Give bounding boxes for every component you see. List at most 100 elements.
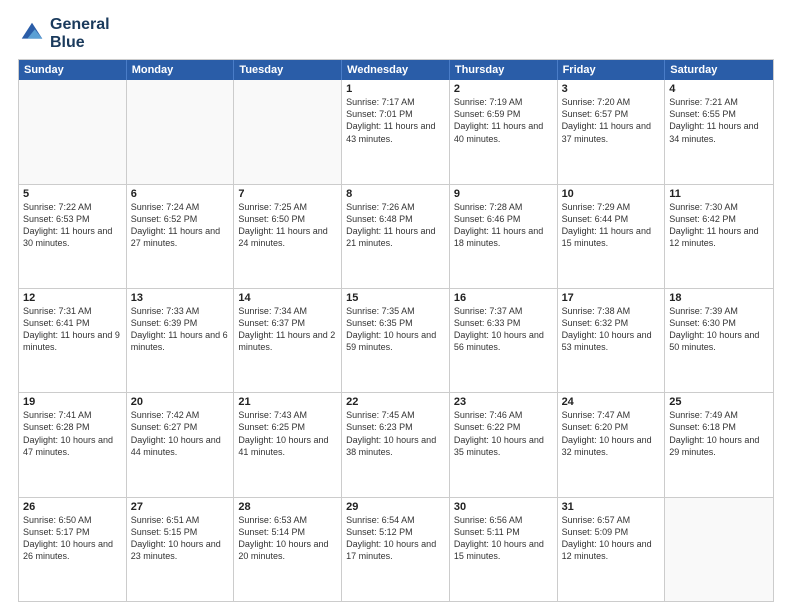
day-info: Sunrise: 7:47 AM Sunset: 6:20 PM Dayligh… — [562, 409, 661, 458]
day-header-thursday: Thursday — [450, 60, 558, 80]
empty-cell — [665, 498, 773, 601]
day-cell-5: 5Sunrise: 7:22 AM Sunset: 6:53 PM Daylig… — [19, 185, 127, 288]
day-header-friday: Friday — [558, 60, 666, 80]
day-number: 31 — [562, 501, 661, 513]
logo-text: General Blue — [50, 16, 110, 51]
day-info: Sunrise: 7:19 AM Sunset: 6:59 PM Dayligh… — [454, 96, 553, 145]
day-info: Sunrise: 7:25 AM Sunset: 6:50 PM Dayligh… — [238, 201, 337, 250]
day-header-sunday: Sunday — [19, 60, 127, 80]
day-number: 10 — [562, 188, 661, 200]
day-cell-24: 24Sunrise: 7:47 AM Sunset: 6:20 PM Dayli… — [558, 393, 666, 496]
day-header-tuesday: Tuesday — [234, 60, 342, 80]
day-cell-21: 21Sunrise: 7:43 AM Sunset: 6:25 PM Dayli… — [234, 393, 342, 496]
day-cell-29: 29Sunrise: 6:54 AM Sunset: 5:12 PM Dayli… — [342, 498, 450, 601]
day-cell-3: 3Sunrise: 7:20 AM Sunset: 6:57 PM Daylig… — [558, 80, 666, 183]
header: General Blue — [18, 16, 774, 51]
day-cell-13: 13Sunrise: 7:33 AM Sunset: 6:39 PM Dayli… — [127, 289, 235, 392]
day-number: 4 — [669, 83, 769, 95]
day-number: 13 — [131, 292, 230, 304]
day-info: Sunrise: 6:53 AM Sunset: 5:14 PM Dayligh… — [238, 514, 337, 563]
day-cell-27: 27Sunrise: 6:51 AM Sunset: 5:15 PM Dayli… — [127, 498, 235, 601]
day-number: 17 — [562, 292, 661, 304]
day-cell-30: 30Sunrise: 6:56 AM Sunset: 5:11 PM Dayli… — [450, 498, 558, 601]
day-number: 15 — [346, 292, 445, 304]
day-cell-17: 17Sunrise: 7:38 AM Sunset: 6:32 PM Dayli… — [558, 289, 666, 392]
day-cell-12: 12Sunrise: 7:31 AM Sunset: 6:41 PM Dayli… — [19, 289, 127, 392]
day-info: Sunrise: 7:41 AM Sunset: 6:28 PM Dayligh… — [23, 409, 122, 458]
day-number: 3 — [562, 83, 661, 95]
day-number: 5 — [23, 188, 122, 200]
day-info: Sunrise: 7:26 AM Sunset: 6:48 PM Dayligh… — [346, 201, 445, 250]
day-cell-31: 31Sunrise: 6:57 AM Sunset: 5:09 PM Dayli… — [558, 498, 666, 601]
day-info: Sunrise: 7:46 AM Sunset: 6:22 PM Dayligh… — [454, 409, 553, 458]
day-info: Sunrise: 7:21 AM Sunset: 6:55 PM Dayligh… — [669, 96, 769, 145]
day-number: 30 — [454, 501, 553, 513]
day-info: Sunrise: 7:37 AM Sunset: 6:33 PM Dayligh… — [454, 305, 553, 354]
day-info: Sunrise: 7:35 AM Sunset: 6:35 PM Dayligh… — [346, 305, 445, 354]
day-cell-15: 15Sunrise: 7:35 AM Sunset: 6:35 PM Dayli… — [342, 289, 450, 392]
day-info: Sunrise: 7:33 AM Sunset: 6:39 PM Dayligh… — [131, 305, 230, 354]
calendar-row-2: 5Sunrise: 7:22 AM Sunset: 6:53 PM Daylig… — [19, 184, 773, 288]
logo-icon — [18, 20, 46, 48]
day-info: Sunrise: 7:30 AM Sunset: 6:42 PM Dayligh… — [669, 201, 769, 250]
calendar-header: SundayMondayTuesdayWednesdayThursdayFrid… — [19, 60, 773, 80]
logo: General Blue — [18, 16, 110, 51]
day-info: Sunrise: 7:22 AM Sunset: 6:53 PM Dayligh… — [23, 201, 122, 250]
day-cell-9: 9Sunrise: 7:28 AM Sunset: 6:46 PM Daylig… — [450, 185, 558, 288]
day-cell-11: 11Sunrise: 7:30 AM Sunset: 6:42 PM Dayli… — [665, 185, 773, 288]
day-number: 11 — [669, 188, 769, 200]
day-info: Sunrise: 7:17 AM Sunset: 7:01 PM Dayligh… — [346, 96, 445, 145]
day-info: Sunrise: 7:29 AM Sunset: 6:44 PM Dayligh… — [562, 201, 661, 250]
calendar-row-1: 1Sunrise: 7:17 AM Sunset: 7:01 PM Daylig… — [19, 80, 773, 183]
day-number: 26 — [23, 501, 122, 513]
day-number: 14 — [238, 292, 337, 304]
day-info: Sunrise: 7:28 AM Sunset: 6:46 PM Dayligh… — [454, 201, 553, 250]
day-info: Sunrise: 7:24 AM Sunset: 6:52 PM Dayligh… — [131, 201, 230, 250]
day-number: 28 — [238, 501, 337, 513]
day-number: 1 — [346, 83, 445, 95]
day-info: Sunrise: 7:31 AM Sunset: 6:41 PM Dayligh… — [23, 305, 122, 354]
calendar-row-4: 19Sunrise: 7:41 AM Sunset: 6:28 PM Dayli… — [19, 392, 773, 496]
day-info: Sunrise: 6:50 AM Sunset: 5:17 PM Dayligh… — [23, 514, 122, 563]
day-number: 20 — [131, 396, 230, 408]
day-info: Sunrise: 7:42 AM Sunset: 6:27 PM Dayligh… — [131, 409, 230, 458]
day-cell-8: 8Sunrise: 7:26 AM Sunset: 6:48 PM Daylig… — [342, 185, 450, 288]
day-cell-1: 1Sunrise: 7:17 AM Sunset: 7:01 PM Daylig… — [342, 80, 450, 183]
day-cell-2: 2Sunrise: 7:19 AM Sunset: 6:59 PM Daylig… — [450, 80, 558, 183]
calendar-body: 1Sunrise: 7:17 AM Sunset: 7:01 PM Daylig… — [19, 80, 773, 601]
day-info: Sunrise: 7:34 AM Sunset: 6:37 PM Dayligh… — [238, 305, 337, 354]
calendar: SundayMondayTuesdayWednesdayThursdayFrid… — [18, 59, 774, 602]
day-cell-26: 26Sunrise: 6:50 AM Sunset: 5:17 PM Dayli… — [19, 498, 127, 601]
day-info: Sunrise: 6:56 AM Sunset: 5:11 PM Dayligh… — [454, 514, 553, 563]
day-number: 7 — [238, 188, 337, 200]
day-cell-19: 19Sunrise: 7:41 AM Sunset: 6:28 PM Dayli… — [19, 393, 127, 496]
day-number: 27 — [131, 501, 230, 513]
day-number: 8 — [346, 188, 445, 200]
day-number: 22 — [346, 396, 445, 408]
day-number: 24 — [562, 396, 661, 408]
day-cell-23: 23Sunrise: 7:46 AM Sunset: 6:22 PM Dayli… — [450, 393, 558, 496]
day-number: 9 — [454, 188, 553, 200]
day-number: 25 — [669, 396, 769, 408]
day-number: 21 — [238, 396, 337, 408]
calendar-row-5: 26Sunrise: 6:50 AM Sunset: 5:17 PM Dayli… — [19, 497, 773, 601]
calendar-row-3: 12Sunrise: 7:31 AM Sunset: 6:41 PM Dayli… — [19, 288, 773, 392]
day-number: 6 — [131, 188, 230, 200]
day-header-monday: Monday — [127, 60, 235, 80]
day-cell-28: 28Sunrise: 6:53 AM Sunset: 5:14 PM Dayli… — [234, 498, 342, 601]
day-cell-10: 10Sunrise: 7:29 AM Sunset: 6:44 PM Dayli… — [558, 185, 666, 288]
day-info: Sunrise: 7:49 AM Sunset: 6:18 PM Dayligh… — [669, 409, 769, 458]
day-cell-18: 18Sunrise: 7:39 AM Sunset: 6:30 PM Dayli… — [665, 289, 773, 392]
day-info: Sunrise: 7:38 AM Sunset: 6:32 PM Dayligh… — [562, 305, 661, 354]
day-info: Sunrise: 7:43 AM Sunset: 6:25 PM Dayligh… — [238, 409, 337, 458]
day-cell-16: 16Sunrise: 7:37 AM Sunset: 6:33 PM Dayli… — [450, 289, 558, 392]
day-number: 12 — [23, 292, 122, 304]
day-info: Sunrise: 7:20 AM Sunset: 6:57 PM Dayligh… — [562, 96, 661, 145]
empty-cell — [127, 80, 235, 183]
empty-cell — [19, 80, 127, 183]
day-header-wednesday: Wednesday — [342, 60, 450, 80]
day-info: Sunrise: 7:45 AM Sunset: 6:23 PM Dayligh… — [346, 409, 445, 458]
day-cell-7: 7Sunrise: 7:25 AM Sunset: 6:50 PM Daylig… — [234, 185, 342, 288]
day-info: Sunrise: 6:54 AM Sunset: 5:12 PM Dayligh… — [346, 514, 445, 563]
day-number: 2 — [454, 83, 553, 95]
